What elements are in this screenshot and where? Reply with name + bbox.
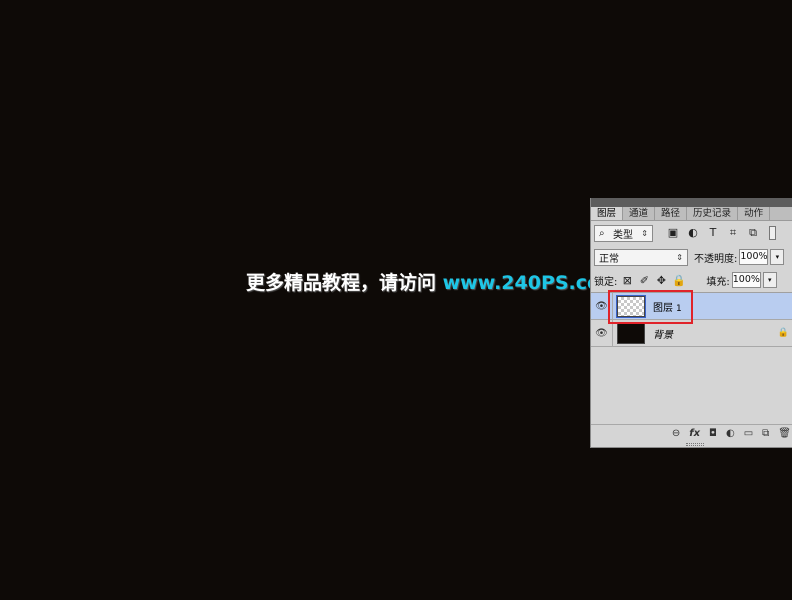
lock-icon: 🔒 [777,328,789,338]
panel-tabs: 图层 通道 路径 历史记录 动作 [591,207,792,221]
filter-row: ⌕ 类型 ⇕ ▣ ◐ T ⌗ ⧉ [591,223,792,243]
resize-grip[interactable] [686,443,704,446]
adjustment-filter-icon[interactable]: ◐ [687,226,699,240]
lock-position-icon[interactable]: ✥ [655,274,667,287]
shape-filter-icon[interactable]: ⌗ [727,226,739,240]
fill-input[interactable]: 100% [731,272,761,288]
trash-icon[interactable]: 🗑 [778,428,791,439]
layer-row-background[interactable]: 👁 背景 🔒 [591,319,792,347]
blend-mode-value: 正常 [599,253,619,265]
updown-arrow-icon: ⇕ [676,252,683,262]
fill-label: 填充: [706,276,730,288]
opacity-dropdown-icon[interactable]: ▾ [770,249,785,265]
opacity-label: 不透明度: [694,253,738,265]
search-icon: ⌕ [599,227,605,239]
fx-icon[interactable]: fx [689,428,700,439]
smart-object-filter-icon[interactable]: ⧉ [747,226,759,240]
lock-all-icon[interactable]: 🔒 [672,274,686,287]
tab-channels[interactable]: 通道 [623,207,656,220]
type-filter-icon[interactable]: T [707,226,719,240]
fill-dropdown-icon[interactable]: ▾ [762,272,777,288]
opacity-input[interactable]: 100% [739,249,769,265]
lock-row: 锁定: ⊠ ✐ ✥ 🔒 填充: 100% ▾ [591,271,792,289]
link-layers-icon[interactable]: ⊖ [672,428,680,439]
tab-layers[interactable]: 图层 [591,207,624,220]
panel-bottom-bar: ⊖ fx ◘ ◐ ▭ ⧉ 🗑 [591,424,792,442]
lock-image-icon[interactable]: ✐ [638,274,650,287]
image-filter-icon[interactable]: ▣ [667,226,679,240]
new-layer-icon[interactable]: ⧉ [762,428,769,439]
adjustment-layer-icon[interactable]: ◐ [726,428,735,439]
kind-filter-label: 类型 [612,229,633,241]
kind-filter-select[interactable]: ⌕ 类型 ⇕ [594,224,653,242]
annotation-highlight-box [608,290,693,324]
tab-paths[interactable]: 路径 [655,207,688,220]
watermark-cn: 更多精品教程，请访问 [246,272,443,294]
filter-toggle-switch[interactable] [769,226,776,240]
watermark-text: 更多精品教程，请访问 www.240PS.com [246,268,620,295]
add-mask-icon[interactable]: ◘ [709,428,717,439]
updown-arrow-icon: ⇕ [641,228,648,238]
lock-transparent-icon[interactable]: ⊠ [621,274,633,287]
tab-actions[interactable]: 动作 [738,207,771,220]
panel-titlebar[interactable] [591,198,792,207]
blend-mode-select[interactable]: 正常 ⇕ [594,248,688,266]
new-group-icon[interactable]: ▭ [744,428,753,439]
layer-thumbnail-background [617,322,645,344]
layer-name[interactable]: 背景 [653,326,673,341]
tab-history[interactable]: 历史记录 [687,207,739,220]
lock-label: 锁定: [594,276,618,288]
blend-row: 正常 ⇕ 不透明度: 100% ▾ [591,248,792,266]
